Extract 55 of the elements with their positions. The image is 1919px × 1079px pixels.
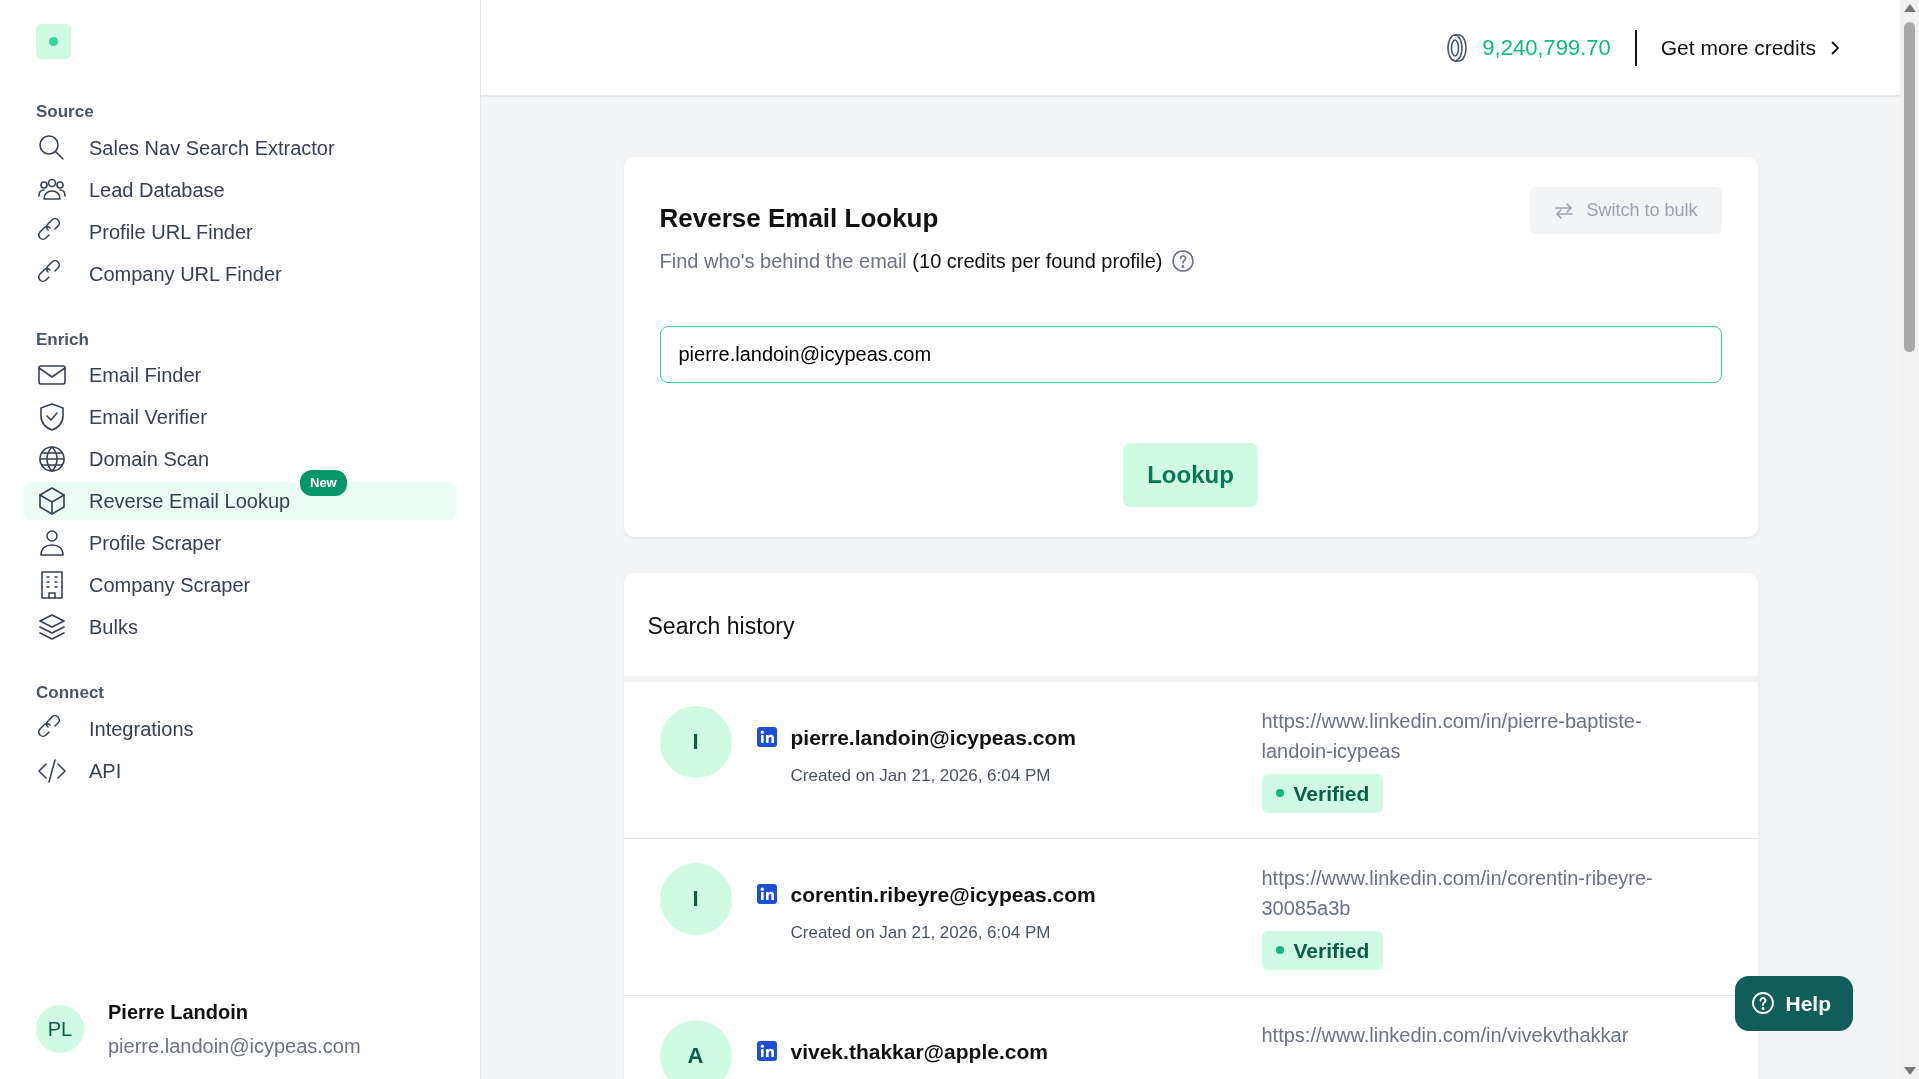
coin-icon [1446, 32, 1469, 63]
result-email: vivek.thakkar@apple.com [790, 1038, 1048, 1065]
status-tag: Verified [1261, 930, 1384, 970]
linkedin-icon[interactable] [756, 884, 777, 905]
user-avatar: PL [36, 1005, 84, 1053]
sidebar-item[interactable]: Lead Database [24, 170, 456, 209]
new-tag: New [300, 470, 347, 496]
sidebar-item[interactable]: Integrations [24, 709, 456, 748]
avatar: I [659, 862, 732, 935]
question-icon [1751, 991, 1776, 1016]
card-title: Reverse Email Lookup [659, 202, 939, 235]
scrollbar-thumb[interactable] [1904, 22, 1915, 352]
sidebar-item[interactable]: API [24, 751, 456, 790]
swap-icon [1554, 201, 1575, 220]
logo [36, 24, 71, 59]
avatar: A [659, 1019, 732, 1079]
profile-url: https://www.linkedin.com/in/pierre-baptiste-landoin-icypeas [1261, 708, 1643, 764]
status-tag: Verified [1261, 773, 1384, 813]
help-button[interactable]: Help [1735, 975, 1853, 1031]
scroll-down-icon[interactable] [1903, 1067, 1916, 1075]
layers-icon [36, 611, 68, 643]
section-label: Source [36, 101, 95, 123]
result-email: pierre.landoin@icypeas.com [790, 724, 1076, 751]
section-label: Connect [36, 682, 105, 704]
sidebar-item[interactable]: Bulks [24, 608, 456, 646]
scroll-up-icon[interactable] [1903, 4, 1916, 12]
created-date: Created on Jan 21, 2026, 6:04 PM [789, 765, 1052, 787]
sidebar-item[interactable]: Sales Nav Search Extractor [24, 128, 456, 167]
lookup-button[interactable]: Lookup [1123, 443, 1258, 507]
profile-url: https://www.linkedin.com/in/corentin-ribeyre-30085a3b [1261, 865, 1654, 921]
credit-balance: 9,240,799.70 [1482, 34, 1611, 62]
sidebar-item[interactable]: Email Finder [24, 356, 456, 394]
profile-url: https://www.linkedin.com/in/vivekvthakkar [1261, 1022, 1630, 1048]
avatar: I [659, 705, 732, 778]
sidebar-item[interactable]: Email Verifier [24, 398, 456, 436]
chevron-right-icon [1830, 39, 1840, 56]
user-email: pierre.landoin@icypeas.com [108, 1034, 361, 1059]
help-icon[interactable] [1170, 249, 1195, 273]
sidebar-item[interactable]: Company URL Finder [24, 254, 456, 293]
linkedin-icon[interactable] [756, 1041, 777, 1062]
created-date: Created on Jan 21, 2026, 6:04 PM [789, 922, 1052, 944]
scrollbar[interactable] [1900, 0, 1919, 1079]
result-email: corentin.ribeyre@icypeas.com [790, 881, 1096, 908]
sidebar-item[interactable]: Profile Scraper [24, 524, 456, 562]
globe-icon [36, 443, 68, 475]
section-title: Search history [623, 573, 1758, 682]
get-more-credits-link[interactable]: Get more credits [1660, 31, 1840, 64]
cube-icon [36, 485, 68, 517]
sidebar-item[interactable]: Company Scraper [24, 566, 456, 604]
linkedin-icon[interactable] [756, 727, 777, 748]
section-label: Enrich [36, 328, 90, 351]
subtitle: Find who's behind the email (10 credits per found profile) [659, 249, 1163, 274]
user-name: Pierre Landoin [108, 1000, 250, 1025]
email-input-field[interactable]: pierre.landoin@icypeas.com [659, 326, 1722, 383]
sidebar-item[interactable]: Profile URL Finder [24, 212, 456, 251]
